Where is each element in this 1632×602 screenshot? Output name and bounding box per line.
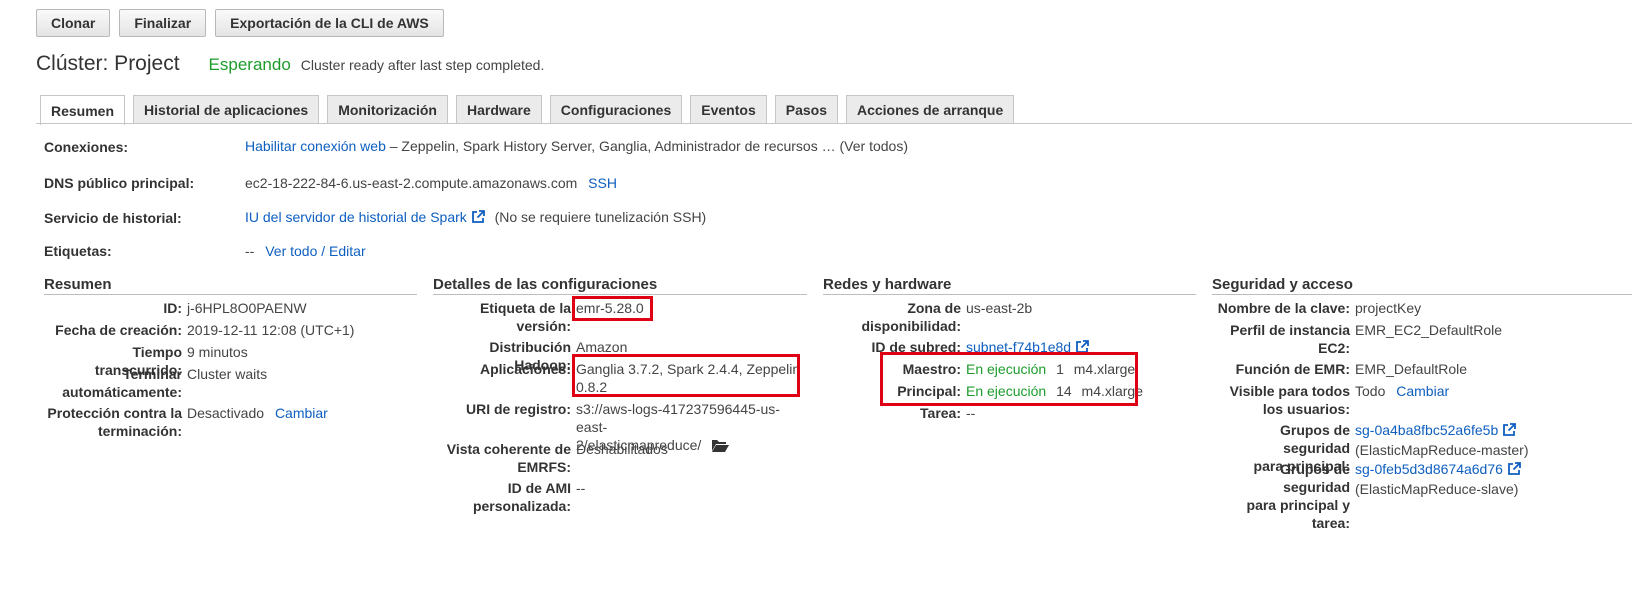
clone-button[interactable]: Clonar [36, 9, 111, 37]
master-security-group-name: (ElasticMapReduce-master) [1355, 442, 1529, 458]
folder-open-icon[interactable] [711, 438, 730, 456]
created-value: 2019-12-11 12:08 (UTC+1) [187, 322, 355, 338]
connections-text: – Zeppelin, Spark History Server, Gangli… [389, 138, 908, 154]
tab-hardware[interactable]: Hardware [455, 95, 542, 124]
termination-protection-label: Protección contra la terminación: [47, 405, 182, 439]
auto-terminate-label: Terminar automáticamente: [62, 366, 182, 400]
summary-section: Resumen ID: j-6HPL8O0PAENW Fecha de crea… [44, 276, 417, 439]
key-name-label: Nombre de la clave: [1217, 300, 1350, 316]
change-protection-link[interactable]: Cambiar [275, 405, 328, 421]
cluster-id-value: j-6HPL8O0PAENW [187, 300, 307, 316]
release-label: Etiqueta de la versión: [479, 300, 571, 334]
slave-security-group-link[interactable]: sg-0feb5d3d8674a6d76 [1355, 461, 1503, 477]
toolbar: Clonar Finalizar Exportación de la CLI d… [36, 9, 444, 37]
external-link-icon[interactable] [1507, 462, 1521, 480]
elapsed-value: 9 minutos [187, 344, 248, 360]
custom-ami-label: ID de AMI personalizada: [472, 480, 571, 514]
slave-security-groups-label: Grupos de seguridad para principal y tarea… [1246, 461, 1350, 531]
visible-to-all-value: Todo [1355, 383, 1386, 399]
instances-highlight-box [880, 352, 1138, 406]
spark-history-link[interactable]: IU del servidor de historial de Spark [245, 209, 467, 225]
tab-bar: Resumen Historial de aplicaciones Monito… [40, 95, 1022, 125]
tab-application-history[interactable]: Historial de aplicaciones [133, 95, 320, 124]
task-label: Tarea: [920, 405, 961, 421]
custom-ami-value: -- [576, 480, 586, 496]
applications-highlight-box [572, 354, 800, 397]
configuration-title: Detalles de las configuraciones [433, 276, 807, 295]
view-edit-tags-link[interactable]: Ver todo / Editar [265, 243, 365, 259]
key-name-value: projectKey [1355, 300, 1422, 316]
visible-to-all-label: Visible para todos los usuarios: [1229, 383, 1350, 417]
tab-events[interactable]: Eventos [690, 95, 767, 124]
cluster-id-label: ID: [163, 300, 182, 316]
change-visibility-link[interactable]: Cambiar [1396, 383, 1449, 399]
network-title: Redes y hardware [823, 276, 1196, 295]
tab-configurations[interactable]: Configuraciones [549, 95, 683, 124]
tab-monitoring[interactable]: Monitorización [327, 95, 448, 124]
tab-summary[interactable]: Resumen [40, 95, 126, 125]
auto-terminate-value: Cluster waits [187, 366, 268, 382]
history-label: Servicio de historial: [44, 210, 182, 226]
external-link-icon[interactable] [471, 210, 485, 227]
history-note: (No se requiere tunelización SSH) [494, 209, 707, 225]
cluster-header: Clúster: Project Esperando Cluster ready… [36, 52, 544, 76]
enable-web-connection-link[interactable]: Habilitar conexión web [245, 138, 386, 154]
terminate-button[interactable]: Finalizar [119, 9, 207, 37]
emr-role-label: Función de EMR: [1235, 361, 1350, 377]
termination-protection-value: Desactivado [187, 405, 265, 421]
slave-security-group-name: (ElasticMapReduce-slave) [1355, 481, 1519, 497]
log-uri-label: URI de registro: [465, 401, 571, 417]
status-message: Cluster ready after last step completed. [300, 57, 545, 73]
security-section: Seguridad y acceso Nombre de la clave: p… [1212, 276, 1632, 531]
tabs-divider [36, 123, 1632, 124]
cli-export-button[interactable]: Exportación de la CLI de AWS [215, 9, 444, 37]
connections-label: Conexiones: [44, 139, 129, 155]
availability-zone-label: Zona de disponibilidad: [861, 300, 961, 334]
tab-bootstrap-actions[interactable]: Acciones de arranque [845, 95, 1015, 124]
page-title: Clúster: Project [36, 52, 180, 75]
applications-label: Aplicaciones: [479, 361, 571, 377]
task-value: -- [966, 405, 976, 421]
master-security-group-link[interactable]: sg-0a4ba8fbc52a6fe5b [1355, 422, 1498, 438]
external-link-icon[interactable] [1502, 423, 1517, 441]
created-label: Fecha de creación: [55, 322, 182, 338]
dns-value: ec2-18-222-84-6.us-east-2.compute.amazon… [245, 175, 578, 191]
availability-zone-value: us-east-2b [966, 300, 1033, 316]
dns-label: DNS público principal: [44, 175, 195, 191]
summary-title: Resumen [44, 276, 417, 295]
release-highlight-box [572, 296, 653, 321]
tags-label: Etiquetas: [44, 243, 112, 259]
instance-profile-label: Perfil de instancia EC2: [1230, 322, 1350, 356]
status-badge: Esperando [208, 55, 291, 74]
network-section: Redes y hardware Zona de disponibilidad: … [823, 276, 1196, 421]
tab-steps[interactable]: Pasos [774, 95, 838, 124]
emrfs-value: Deshabilitados [576, 441, 668, 457]
emr-role-value: EMR_DefaultRole [1355, 361, 1468, 377]
ssh-link[interactable]: SSH [588, 175, 617, 191]
security-title: Seguridad y acceso [1212, 276, 1632, 295]
emrfs-label: Vista coherente de EMRFS: [446, 441, 571, 475]
tags-value: -- [245, 243, 255, 259]
instance-profile-value: EMR_EC2_DefaultRole [1355, 322, 1503, 338]
configuration-section: Detalles de las configuraciones Etiqueta… [433, 276, 807, 514]
